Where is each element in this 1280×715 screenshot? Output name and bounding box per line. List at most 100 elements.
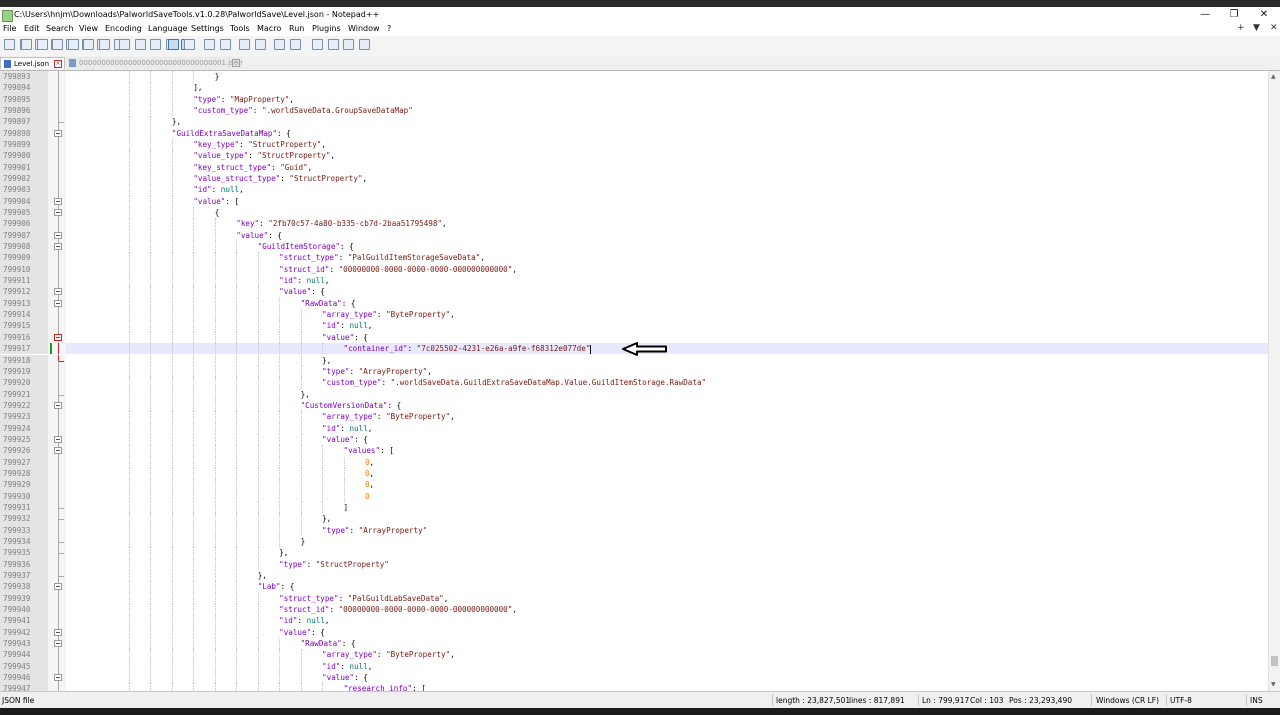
fold-margin[interactable]: [48, 139, 66, 151]
fold-margin[interactable]: [48, 286, 66, 298]
fold-margin[interactable]: [48, 195, 66, 208]
fold-margin[interactable]: [48, 456, 66, 468]
fold-margin[interactable]: [48, 173, 66, 185]
fold-margin[interactable]: [48, 207, 66, 219]
stop-recording-icon[interactable]: [312, 39, 323, 50]
fold-margin[interactable]: [48, 388, 66, 400]
fold-margin[interactable]: [48, 592, 66, 604]
show-all-characters-icon[interactable]: [168, 39, 179, 50]
code-line[interactable]: 799904 "value": [: [0, 195, 1268, 208]
code-line[interactable]: 799910 "struct_id": "00000000-0000-0000-0…: [0, 263, 1268, 276]
fold-margin[interactable]: [48, 569, 66, 582]
fold-margin[interactable]: [48, 683, 66, 691]
fold-margin[interactable]: [48, 626, 66, 638]
fold-margin[interactable]: [48, 422, 66, 434]
fold-margin[interactable]: [48, 638, 66, 650]
run-multiple-icon[interactable]: [343, 39, 354, 50]
code-line[interactable]: 799898 "GuildExtraSaveDataMap": {: [0, 127, 1268, 140]
code-line[interactable]: 799942 "value": {: [0, 626, 1268, 638]
editor-pane[interactable]: 799893} 799894], 799895 "type": "MapPropert…: [0, 71, 1268, 691]
minimize-button[interactable]: —: [1190, 8, 1220, 22]
code-line[interactable]: 799893}: [0, 71, 1268, 83]
cut-icon[interactable]: [21, 39, 32, 50]
fold-margin[interactable]: [48, 615, 66, 627]
code-line[interactable]: 799920 "custom_type": ".worldSaveData.Gui…: [0, 377, 1268, 389]
fold-toggle-icon[interactable]: [54, 333, 62, 341]
code-line[interactable]: 799933 "type": "ArrayProperty": [0, 524, 1268, 536]
playback-macro-icon[interactable]: [327, 39, 339, 50]
save-macro-icon[interactable]: [358, 39, 370, 50]
menu-tools[interactable]: Tools: [230, 24, 250, 33]
code-line[interactable]: 799926 "values": [: [0, 445, 1268, 457]
menu-window[interactable]: Window: [348, 24, 380, 33]
copy-icon[interactable]: [36, 39, 48, 50]
code-line[interactable]: 799930 0: [0, 490, 1268, 502]
fold-margin[interactable]: [48, 161, 66, 174]
fold-toggle-icon[interactable]: [54, 243, 62, 251]
fold-margin[interactable]: [48, 82, 66, 94]
menu-plugins[interactable]: Plugins: [312, 24, 341, 33]
code-line[interactable]: 799947 "research_info": [: [0, 683, 1268, 691]
code-line[interactable]: 799894],: [0, 82, 1268, 94]
code-line[interactable]: 799897},: [0, 116, 1268, 128]
fold-margin[interactable]: [48, 354, 66, 366]
code-line[interactable]: 799939 "struct_type": "PalGuildLabSaveDat…: [0, 592, 1268, 604]
code-line[interactable]: 799914 "array_type": "ByteProperty",: [0, 309, 1268, 321]
code-line[interactable]: 799912 "value": {: [0, 286, 1268, 298]
folder-as-workspace-icon[interactable]: [254, 39, 266, 50]
code-line[interactable]: 799924 "id": null,: [0, 422, 1268, 434]
fold-margin[interactable]: [48, 513, 66, 525]
code-line[interactable]: 799946 "value": {: [0, 672, 1268, 684]
fold-margin[interactable]: [48, 105, 66, 117]
code-line[interactable]: 799938 "Lab": {: [0, 581, 1268, 593]
redo-icon[interactable]: [83, 39, 94, 50]
fold-margin[interactable]: [48, 672, 66, 684]
scroll-up-icon[interactable]: ▲: [1271, 73, 1276, 80]
document-map-icon[interactable]: [219, 39, 231, 50]
monitoring-icon[interactable]: [274, 39, 285, 50]
fold-margin[interactable]: [48, 467, 66, 480]
close-document-icon[interactable]: ✕: [1270, 23, 1278, 33]
fold-margin[interactable]: [48, 399, 66, 412]
fold-toggle-icon[interactable]: [54, 435, 62, 443]
code-line[interactable]: 799929 0,: [0, 479, 1268, 491]
code-line[interactable]: 799909 "struct_type": "PalGuildItemStorag…: [0, 252, 1268, 264]
menu-macro[interactable]: Macro: [257, 24, 281, 33]
fold-margin[interactable]: [48, 365, 66, 378]
menu-file[interactable]: File: [3, 24, 16, 33]
code-line[interactable]: 799896 "custom_type": ".worldSaveData.Gro…: [0, 105, 1268, 117]
fold-margin[interactable]: [48, 320, 66, 332]
paste-icon[interactable]: [52, 39, 63, 50]
fold-toggle-icon[interactable]: [54, 288, 62, 296]
fold-margin[interactable]: [48, 229, 66, 242]
new-tab-plus-icon[interactable]: +: [1237, 23, 1245, 33]
code-line[interactable]: 799943 "RawData": {: [0, 638, 1268, 650]
code-line[interactable]: 799911 "id": null,: [0, 275, 1268, 287]
menu-settings[interactable]: Settings: [191, 24, 224, 33]
code-line[interactable]: 799936 "type": "StructProperty": [0, 558, 1268, 570]
code-line[interactable]: 799900 "value_type": "StructProperty",: [0, 150, 1268, 162]
fold-toggle-icon[interactable]: [54, 209, 62, 217]
fold-toggle-icon[interactable]: [54, 401, 62, 409]
fold-margin[interactable]: [48, 150, 66, 162]
fold-margin[interactable]: [48, 535, 66, 548]
fold-margin[interactable]: [48, 263, 66, 276]
code-line[interactable]: 799908 "GuildItemStorage": {: [0, 241, 1268, 253]
tab-list-dropdown-icon[interactable]: ▼: [1253, 23, 1260, 33]
code-line[interactable]: 799895 "type": "MapProperty",: [0, 93, 1268, 105]
code-line[interactable]: 799913 "RawData": {: [0, 297, 1268, 310]
code-line[interactable]: 799937},: [0, 569, 1268, 582]
code-line[interactable]: 799921},: [0, 388, 1268, 400]
fold-margin[interactable]: [48, 547, 66, 559]
fold-toggle-icon[interactable]: [54, 299, 62, 307]
fold-margin[interactable]: [48, 241, 66, 253]
code-line[interactable]: 799902 "value_struct_type": "StructProper…: [0, 173, 1268, 185]
close-tab-icon[interactable]: ×: [54, 60, 62, 68]
zoom-out-icon[interactable]: [134, 39, 146, 50]
fold-toggle-icon[interactable]: [54, 674, 62, 682]
code-line[interactable]: 799932},: [0, 513, 1268, 525]
vertical-scrollbar[interactable]: ▲ ▼: [1268, 71, 1280, 691]
menu-help[interactable]: ?: [387, 24, 391, 33]
function-list-icon[interactable]: [239, 39, 250, 50]
code-line[interactable]: 799922 "CustomVersionData": {: [0, 399, 1268, 412]
